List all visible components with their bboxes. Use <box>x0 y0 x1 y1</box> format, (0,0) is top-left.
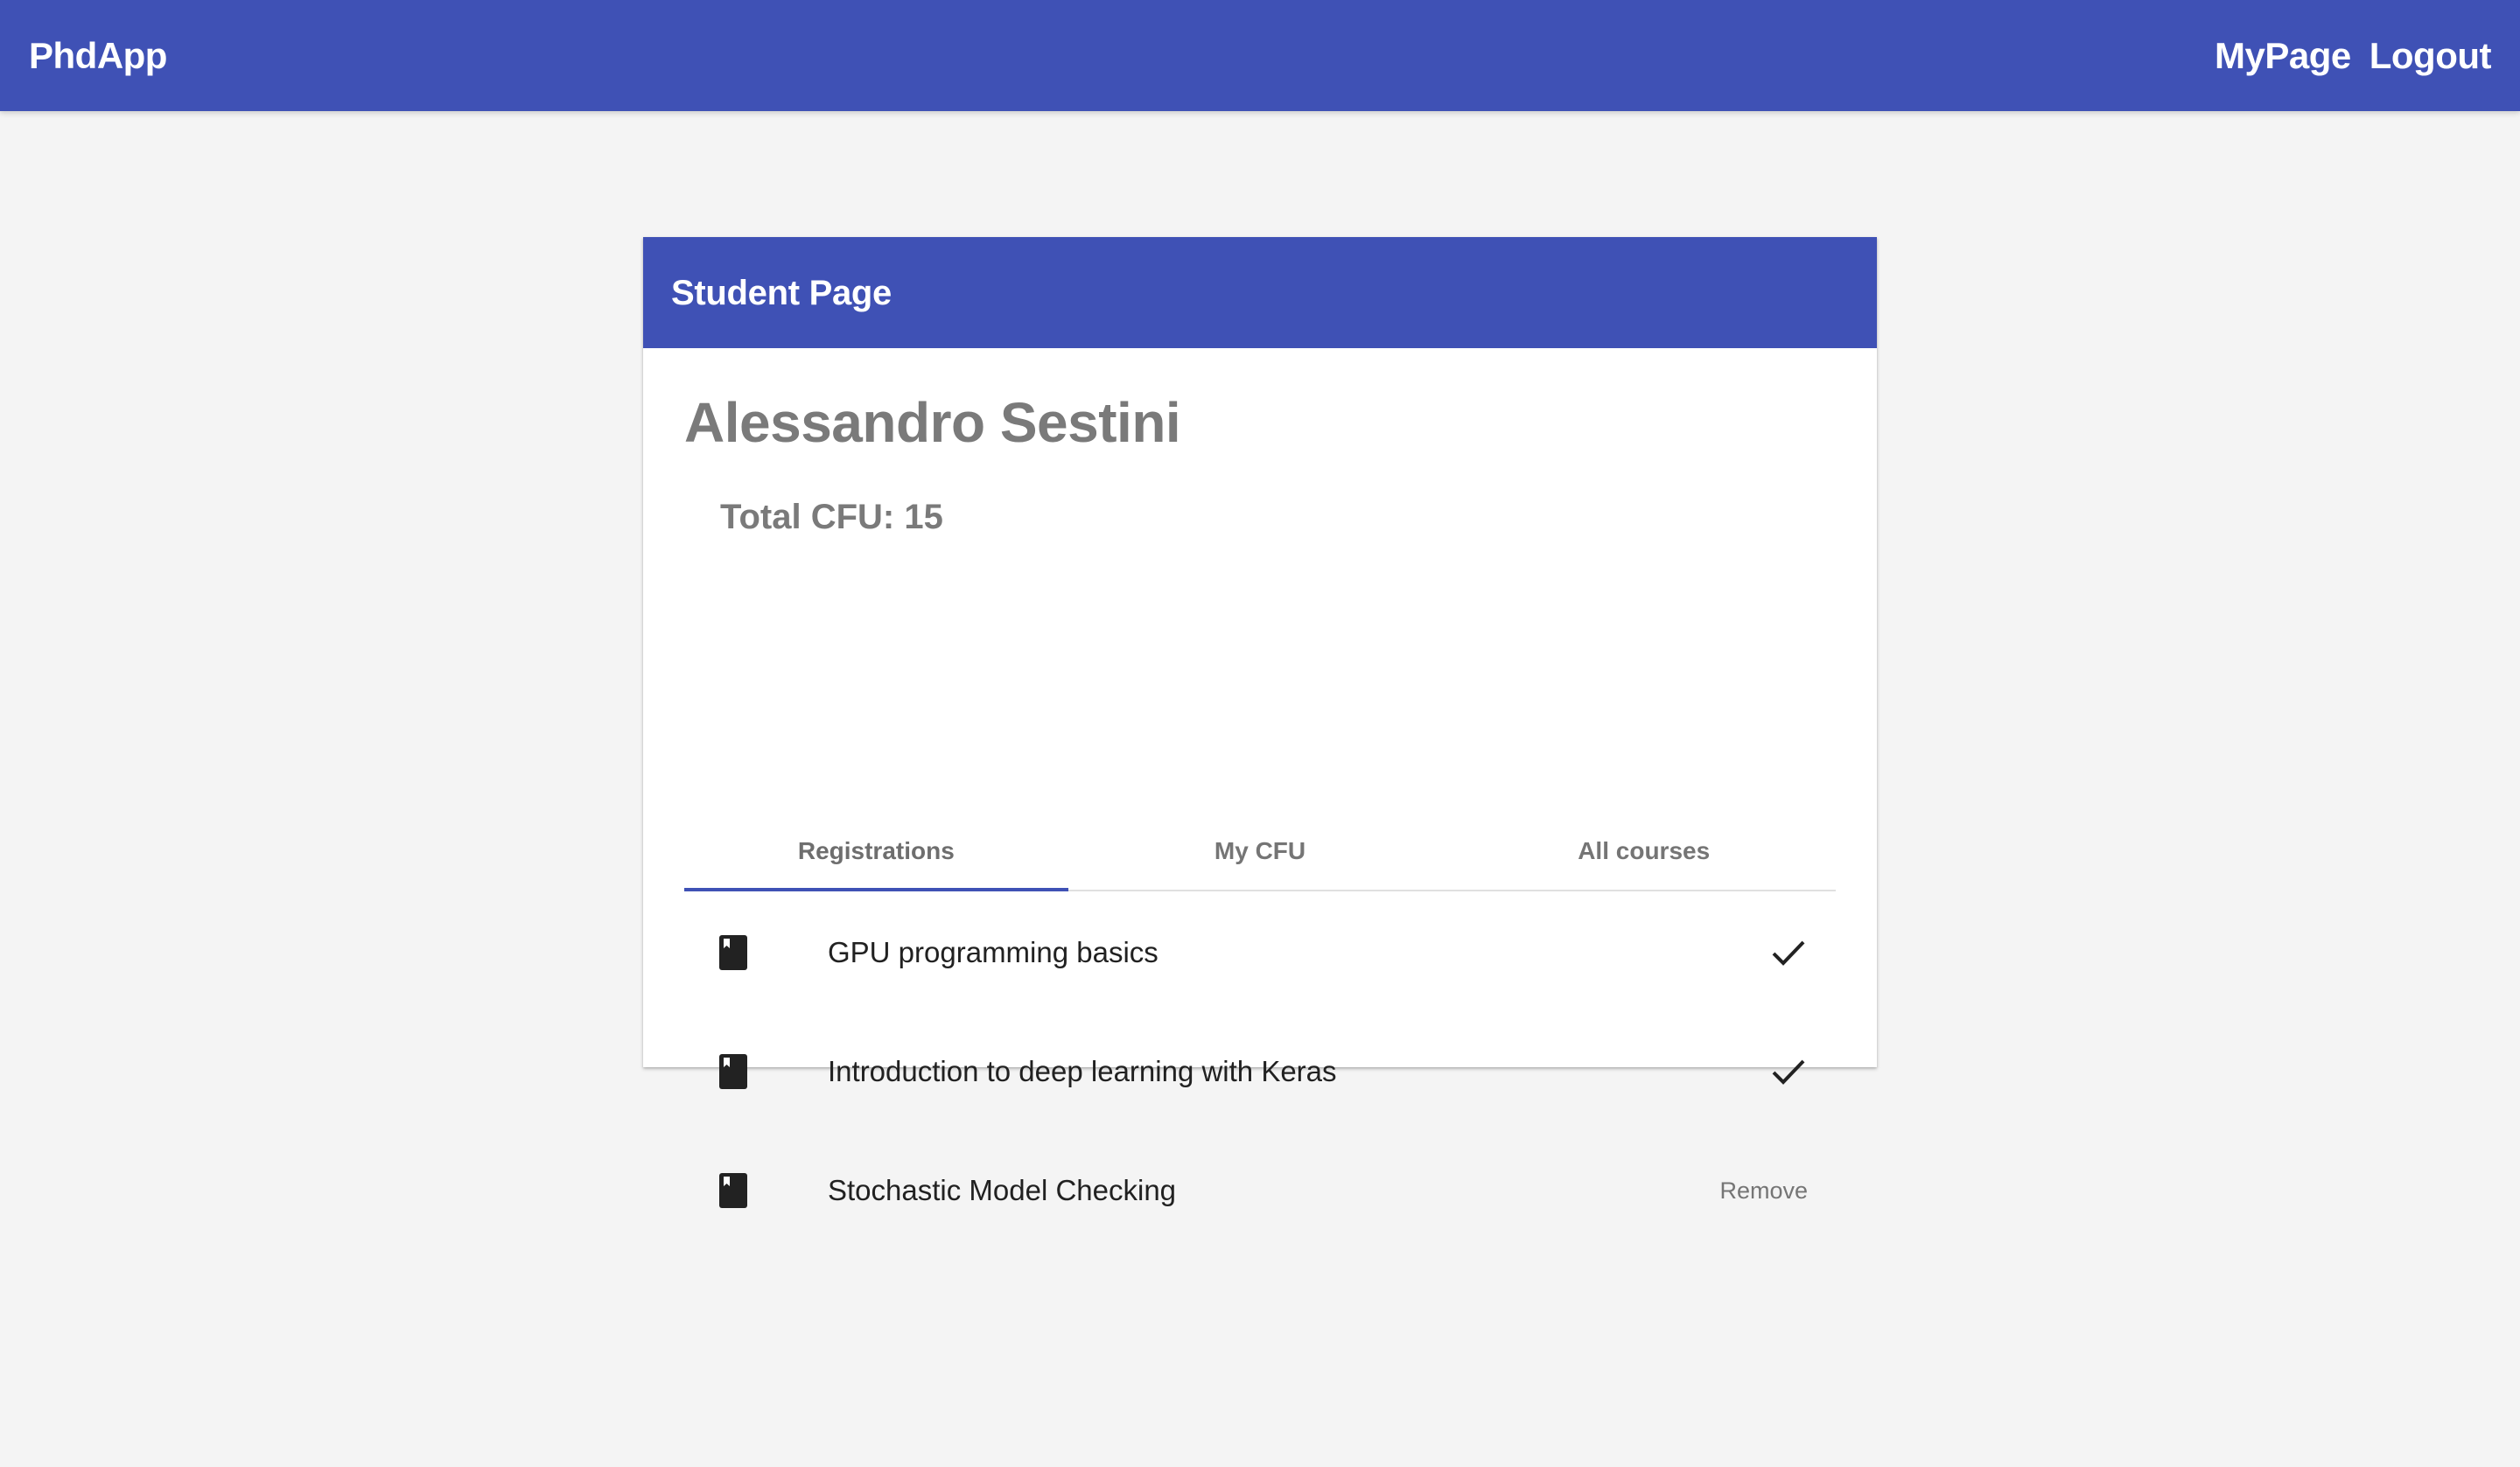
book-icon <box>719 1054 747 1089</box>
course-name: GPU programming basics <box>828 936 1158 968</box>
card-title: Student Page <box>671 274 892 312</box>
check-icon <box>1772 940 1805 966</box>
book-icon <box>719 1173 747 1208</box>
tab-all-courses[interactable]: All courses <box>1452 813 1836 890</box>
list-item[interactable]: Introduction to deep learning with Keras <box>684 1012 1836 1131</box>
top-app-bar: PhdApp MyPage Logout <box>0 0 2520 111</box>
registrations-list: GPU programming basics Introduction to d… <box>684 893 1836 1250</box>
logout-link[interactable]: Logout <box>2370 31 2492 80</box>
app-title[interactable]: PhdApp <box>29 31 167 80</box>
student-card: Student Page Alessandro Sestini Total CF… <box>643 237 1877 1208</box>
tab-registrations[interactable]: Registrations <box>684 813 1068 891</box>
course-name: Introduction to deep learning with Keras <box>828 1055 1337 1087</box>
top-nav: MyPage Logout <box>2215 31 2492 80</box>
tab-bar: Registrations My CFU All courses <box>684 813 1836 891</box>
list-item[interactable]: GPU programming basics <box>684 893 1836 1012</box>
student-name: Alessandro Sestini <box>684 391 1181 454</box>
check-icon <box>1772 1059 1805 1085</box>
remove-button[interactable]: Remove <box>1719 1175 1808 1206</box>
mypage-link[interactable]: MyPage <box>2215 31 2351 80</box>
tab-my-cfu[interactable]: My CFU <box>1068 813 1452 890</box>
total-cfu: Total CFU: 15 <box>720 498 943 536</box>
card-header: Student Page <box>643 237 1877 348</box>
book-icon <box>719 935 747 970</box>
course-name: Stochastic Model Checking <box>828 1174 1177 1206</box>
list-item[interactable]: Stochastic Model Checking Remove <box>684 1131 1836 1250</box>
